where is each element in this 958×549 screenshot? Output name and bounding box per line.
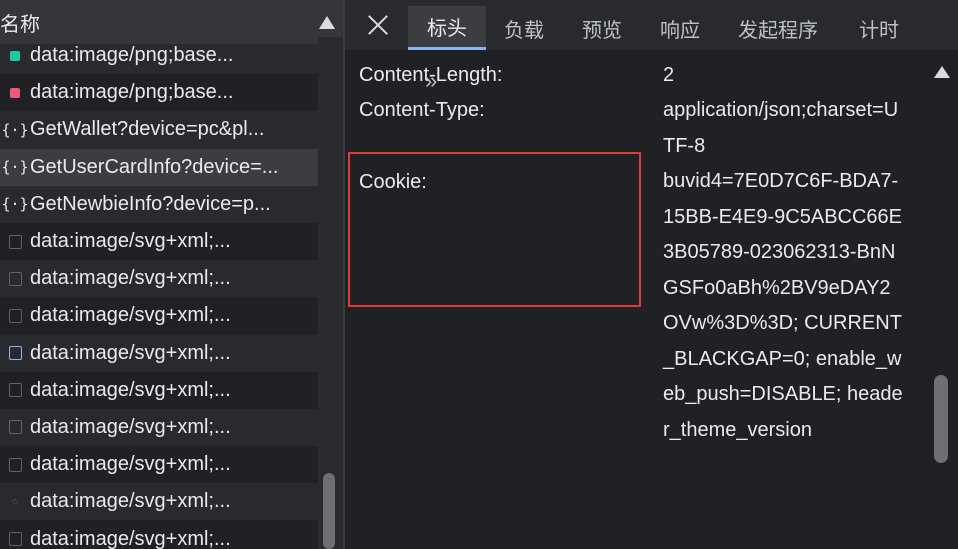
json-braces-icon: {·} (1, 120, 29, 139)
svg-file-icon (0, 346, 30, 361)
svg-file-icon (0, 420, 30, 435)
tab-initiator[interactable]: 发起程序 (728, 6, 828, 50)
cookie-highlight-box (348, 152, 641, 307)
request-row[interactable]: data:image/png;base... (0, 37, 318, 74)
request-name: data:image/svg+xml;... (30, 527, 231, 549)
svg-file-icon (0, 234, 30, 249)
red-square-icon (0, 87, 30, 98)
request-name: data:image/svg+xml;... (30, 415, 231, 438)
star-icon: ☆ (11, 494, 19, 510)
request-rows: data:image/png;base... data:image/png;ba… (0, 37, 318, 549)
double-chevron-right-icon[interactable]: » (425, 68, 437, 94)
request-row[interactable]: ☆ data:image/svg+xml;... (0, 483, 318, 520)
request-name: GetUserCardInfo?device=... (30, 155, 279, 178)
header-value-content-type: application/json;charset=UTF-8 (663, 99, 899, 157)
request-row[interactable]: data:image/svg+xml;... (0, 371, 318, 409)
json-braces-icon: {·} (1, 158, 29, 177)
details-tab-bar: 标头 负载 预览 响应 发起程序 计时 (345, 0, 958, 50)
svg-file-icon (0, 271, 30, 286)
request-name: data:image/png;base... (30, 44, 234, 67)
request-name: data:image/svg+xml;... (30, 378, 231, 401)
request-row[interactable]: {·} GetWallet?device=pc&pl... (0, 111, 318, 148)
request-name: GetNewbieInfo?device=p... (30, 192, 271, 215)
tab-preview[interactable]: 预览 (571, 6, 633, 50)
request-name: data:image/svg+xml;... (30, 230, 231, 253)
json-braces-icon: {·} (1, 195, 29, 214)
header-value-content-length: 2 (663, 64, 675, 86)
details-panel: 标头 负载 预览 响应 发起程序 计时 Content-Length: 2 » … (345, 0, 958, 549)
request-row[interactable]: data:image/svg+xml;... (0, 297, 318, 335)
tab-headers[interactable]: 标头 (408, 6, 486, 50)
request-row[interactable]: data:image/svg+xml;... (0, 520, 318, 549)
tab-payload[interactable]: 负载 (493, 6, 555, 50)
request-row-selected[interactable]: {·} GetUserCardInfo?device=... (0, 148, 318, 186)
header-value-cookie: buvid4=7E0D7C6F-BDA7-15BB-E4E9-9C5ABCC66… (663, 170, 903, 441)
headers-content: Content-Length: 2 » Content-Type: applic… (345, 50, 935, 549)
close-icon[interactable] (365, 12, 391, 38)
svg-file-icon (0, 383, 30, 398)
request-name: data:image/svg+xml;... (30, 341, 231, 364)
tab-response[interactable]: 响应 (649, 6, 711, 50)
svg-file-icon (0, 532, 30, 547)
request-name: data:image/svg+xml;... (30, 304, 231, 327)
svg-file-icon (0, 457, 30, 472)
details-scroll-thumb[interactable] (934, 375, 948, 463)
request-row[interactable]: {·} GetNewbieInfo?device=p... (0, 186, 318, 223)
svg-file-icon (0, 308, 30, 323)
request-name: GetWallet?device=pc&pl... (30, 118, 265, 141)
tab-timing[interactable]: 计时 (848, 6, 910, 50)
scroll-up-icon[interactable] (934, 66, 950, 78)
request-row[interactable]: data:image/svg+xml;... (0, 260, 318, 297)
request-name: data:image/svg+xml;... (30, 490, 231, 513)
request-name: data:image/svg+xml;... (30, 453, 231, 476)
request-name: data:image/png;base... (30, 81, 234, 104)
request-row[interactable]: data:image/png;base... (0, 74, 318, 112)
green-square-icon (0, 50, 30, 61)
request-name: data:image/svg+xml;... (30, 267, 231, 290)
request-row[interactable]: data:image/svg+xml;... (0, 222, 318, 261)
request-list-scrollbar[interactable] (318, 37, 343, 549)
request-row[interactable]: data:image/svg+xml;... (0, 409, 318, 446)
request-list-scroll-thumb[interactable] (323, 473, 335, 549)
header-name-content-type: Content-Type: (359, 99, 485, 121)
name-column-title: 名称 (0, 13, 40, 36)
request-list-panel: 名称 data:image/png;base... data:image/png… (0, 0, 343, 549)
request-row[interactable]: data:image/svg+xml;... (0, 335, 318, 372)
sort-ascending-icon[interactable] (315, 8, 339, 38)
request-row[interactable]: data:image/svg+xml;... (0, 446, 318, 484)
